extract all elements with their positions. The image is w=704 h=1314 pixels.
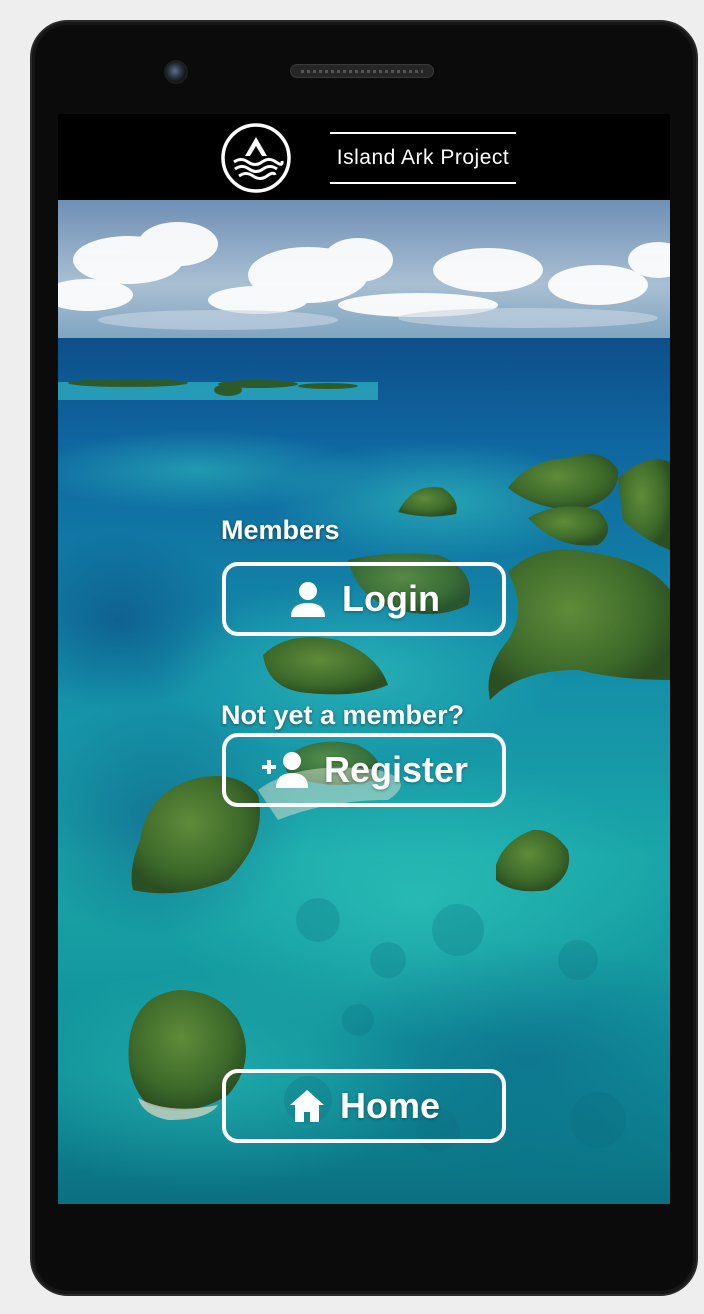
home-icon [289,1090,324,1122]
screen: Island Ark Project Members Login Not yet… [58,114,670,1204]
island-wave-logo-icon[interactable] [220,122,292,194]
island-background: Members Login Not yet a member? Register [58,200,670,1204]
user-icon [291,582,326,617]
register-label: Register [323,749,469,790]
earpiece-speaker [290,64,434,78]
brand-title: Island Ark Project [330,132,516,184]
login-label: Login [342,578,440,619]
home-button[interactable]: Home [222,1069,506,1143]
home-label: Home [339,1085,441,1126]
members-heading: Members [221,515,340,545]
user-plus-icon [261,752,308,788]
register-button[interactable]: Register [222,733,506,807]
login-button[interactable]: Login [222,562,506,636]
phone-frame: Island Ark Project Members Login Not yet… [30,20,698,1296]
front-camera [164,60,188,84]
not-member-heading: Not yet a member? [221,700,465,730]
app-header: Island Ark Project [58,114,670,200]
